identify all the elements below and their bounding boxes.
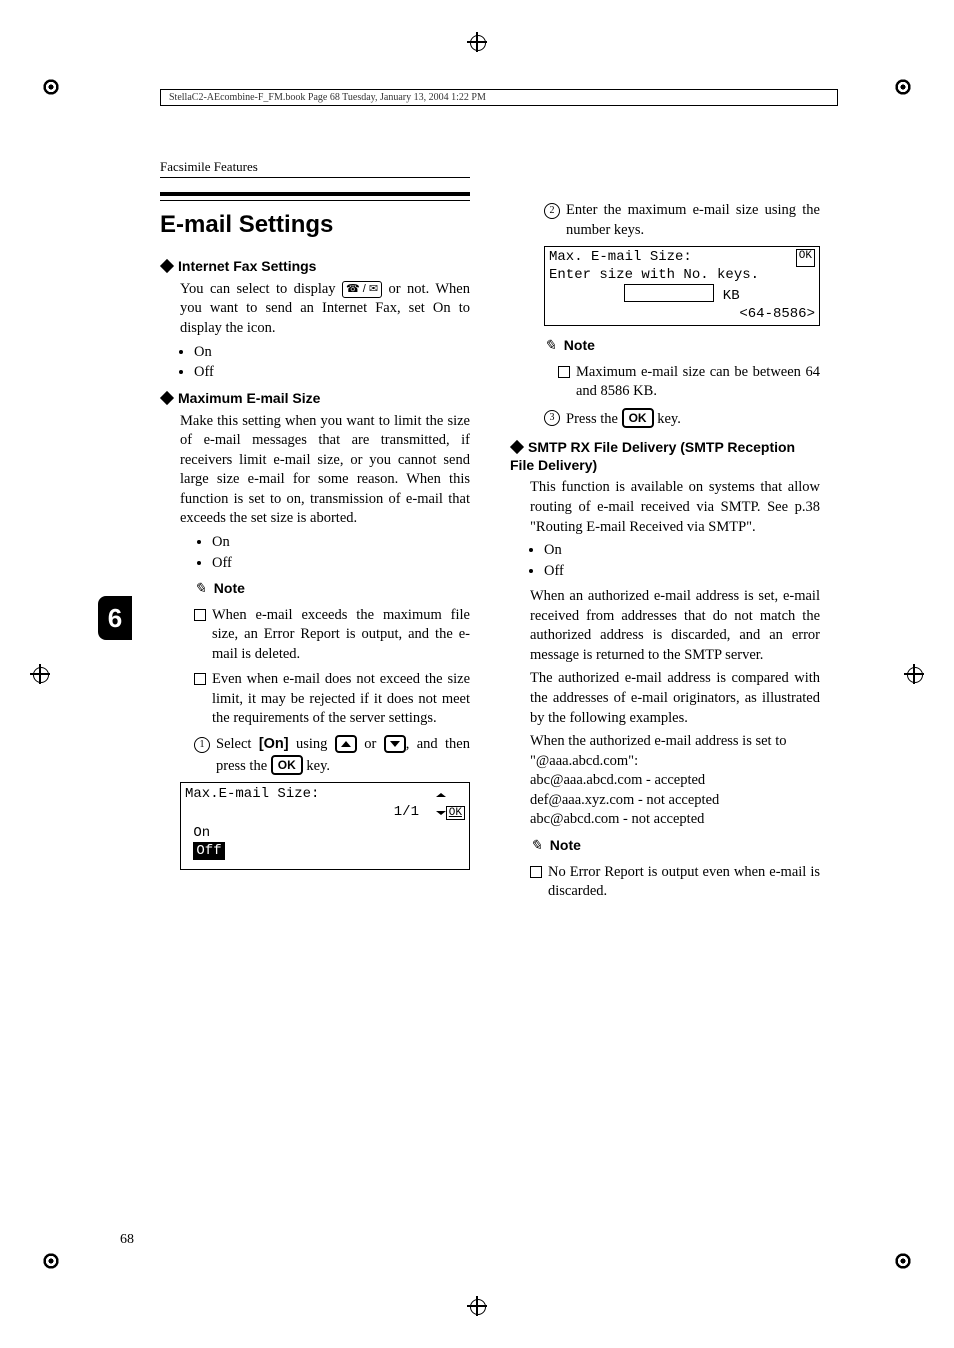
mes-heading-text: Maximum E-mail Size bbox=[178, 390, 320, 406]
mes-options: On Off bbox=[212, 533, 470, 573]
mes-step3-text: Press the OK key. bbox=[566, 408, 681, 430]
lcd2-prompt: Enter size with No. keys. bbox=[549, 267, 815, 285]
diamond-icon bbox=[160, 391, 174, 405]
smtp-note1-text: No Error Report is output even when e-ma… bbox=[548, 863, 820, 902]
diamond-icon bbox=[160, 259, 174, 273]
mes-notes: When e-mail exceeds the maximum file siz… bbox=[194, 606, 470, 729]
mes-step2-text: Enter the maximum e-mail size using the … bbox=[566, 201, 820, 240]
crop-mark-rc bbox=[904, 664, 924, 684]
ifs-on: On bbox=[194, 343, 470, 363]
lcd1-title: Max.E-mail Size: bbox=[185, 785, 319, 821]
mes-note3-header: ✎ Note bbox=[544, 336, 820, 357]
crop-mark-tc bbox=[467, 32, 487, 52]
section-label: Facsimile Features bbox=[160, 159, 470, 178]
lcd2-unit: KB bbox=[723, 288, 740, 304]
smtp-off: Off bbox=[544, 562, 820, 582]
lcd1-right: 1/1 OK bbox=[394, 785, 465, 821]
smtp-examples: When the authorized e-mail address is se… bbox=[530, 732, 820, 830]
mes-step-2: 2 Enter the maximum e-mail size using th… bbox=[544, 201, 820, 240]
mes-note-1: When e-mail exceeds the maximum file siz… bbox=[194, 606, 470, 665]
pencil-icon: ✎ bbox=[544, 338, 556, 354]
square-icon bbox=[194, 673, 206, 685]
lcd-display-1: Max.E-mail Size: 1/1 OK On Off bbox=[180, 782, 470, 870]
crop-mark-bc bbox=[467, 1296, 487, 1316]
smtp-on: On bbox=[544, 541, 820, 561]
lcd-display-2: Max. E-mail Size: OK Enter size with No.… bbox=[544, 246, 820, 326]
smtp-body1: This function is available on systems th… bbox=[530, 478, 820, 537]
up-arrow-key bbox=[335, 735, 357, 753]
lcd2-title: Max. E-mail Size: bbox=[549, 249, 692, 267]
ifs-body-1: You can select to display bbox=[180, 281, 342, 297]
lcd2-ok: OK bbox=[796, 249, 815, 267]
left-column: Internet Fax Settings You can select to … bbox=[160, 253, 470, 908]
smtp-heading: SMTP RX File Delivery (SMTP Reception Fi… bbox=[510, 439, 820, 474]
mes-note3: Maximum e-mail size can be between 64 an… bbox=[558, 363, 820, 402]
mes-step1-text: Select [On] using or , and then press th… bbox=[216, 735, 470, 776]
ifs-heading: Internet Fax Settings bbox=[160, 257, 470, 276]
crop-mark-tr bbox=[894, 78, 912, 96]
diamond-icon bbox=[510, 440, 524, 454]
lcd2-range: <64-8586> bbox=[549, 306, 815, 324]
smtp-ex3: abc@abcd.com - not accepted bbox=[530, 811, 704, 827]
lcd1-off: Off bbox=[193, 842, 224, 860]
crop-mark-br bbox=[894, 1252, 912, 1270]
ifs-options: On Off bbox=[194, 343, 470, 383]
ifs-heading-text: Internet Fax Settings bbox=[178, 258, 316, 274]
smtp-ex2: def@aaa.xyz.com - not accepted bbox=[530, 792, 719, 808]
smtp-options: On Off bbox=[544, 541, 820, 581]
square-icon bbox=[558, 366, 570, 378]
ifs-body: You can select to display ☎ / ✉ or not. … bbox=[180, 280, 470, 339]
note-label: Note bbox=[214, 579, 245, 598]
note-label: Note bbox=[564, 336, 595, 355]
pencil-icon: ✎ bbox=[194, 581, 206, 597]
mes-body: Make this setting when you want to limit… bbox=[180, 412, 470, 529]
right-column: 2 Enter the maximum e-mail size using th… bbox=[510, 197, 820, 908]
chapter-tab: 6 bbox=[98, 596, 132, 640]
mes-note-2-text: Even when e-mail does not exceed the siz… bbox=[212, 670, 470, 729]
title-block: E-mail Settings bbox=[160, 192, 470, 239]
mes-note-1-text: When e-mail exceeds the maximum file siz… bbox=[212, 606, 470, 665]
smtp-note: No Error Report is output even when e-ma… bbox=[530, 863, 820, 902]
smtp-body4: When the authorized e-mail address is se… bbox=[530, 733, 786, 769]
smtp-body2: When an authorized e-mail address is set… bbox=[530, 587, 820, 665]
mes-step-1: 1 Select [On] using or , and then press … bbox=[194, 735, 470, 776]
down-arrow-key bbox=[384, 735, 406, 753]
crop-mark-tl bbox=[42, 78, 60, 96]
lcd2-input bbox=[624, 284, 714, 302]
smtp-heading-text: SMTP RX File Delivery (SMTP Reception Fi… bbox=[510, 439, 795, 473]
mes-note3-text: Maximum e-mail size can be between 64 an… bbox=[576, 363, 820, 402]
fax-mail-icon: ☎ / ✉ bbox=[342, 281, 382, 298]
page-title: E-mail Settings bbox=[160, 211, 470, 239]
ok-key: OK bbox=[271, 755, 303, 775]
smtp-ex1: abc@aaa.abcd.com - accepted bbox=[530, 772, 705, 788]
pdf-header-line: StellaC2-AEcombine-F_FM.book Page 68 Tue… bbox=[160, 89, 838, 106]
note-label: Note bbox=[550, 836, 581, 855]
mes-step-3: 3 Press the OK key. bbox=[544, 408, 820, 430]
mes-on: On bbox=[212, 533, 470, 553]
pencil-icon: ✎ bbox=[530, 838, 542, 854]
crop-mark-bl bbox=[42, 1252, 60, 1270]
mes-note-2: Even when e-mail does not exceed the siz… bbox=[194, 670, 470, 729]
smtp-body3: The authorized e-mail address is compare… bbox=[530, 669, 820, 728]
mes-off: Off bbox=[212, 554, 470, 574]
mes-heading: Maximum E-mail Size bbox=[160, 389, 470, 408]
smtp-note-header: ✎ Note bbox=[530, 836, 820, 857]
ifs-off: Off bbox=[194, 363, 470, 383]
square-icon bbox=[194, 609, 206, 621]
lcd1-on: On bbox=[193, 825, 210, 841]
square-icon bbox=[530, 866, 542, 878]
circled-1-icon: 1 bbox=[194, 737, 210, 753]
ok-key: OK bbox=[622, 408, 654, 428]
page-number: 68 bbox=[120, 1232, 134, 1248]
crop-mark-lc bbox=[30, 664, 50, 684]
circled-2-icon: 2 bbox=[544, 203, 560, 219]
mes-note-header: ✎ Note bbox=[194, 579, 470, 600]
circled-3-icon: 3 bbox=[544, 410, 560, 426]
